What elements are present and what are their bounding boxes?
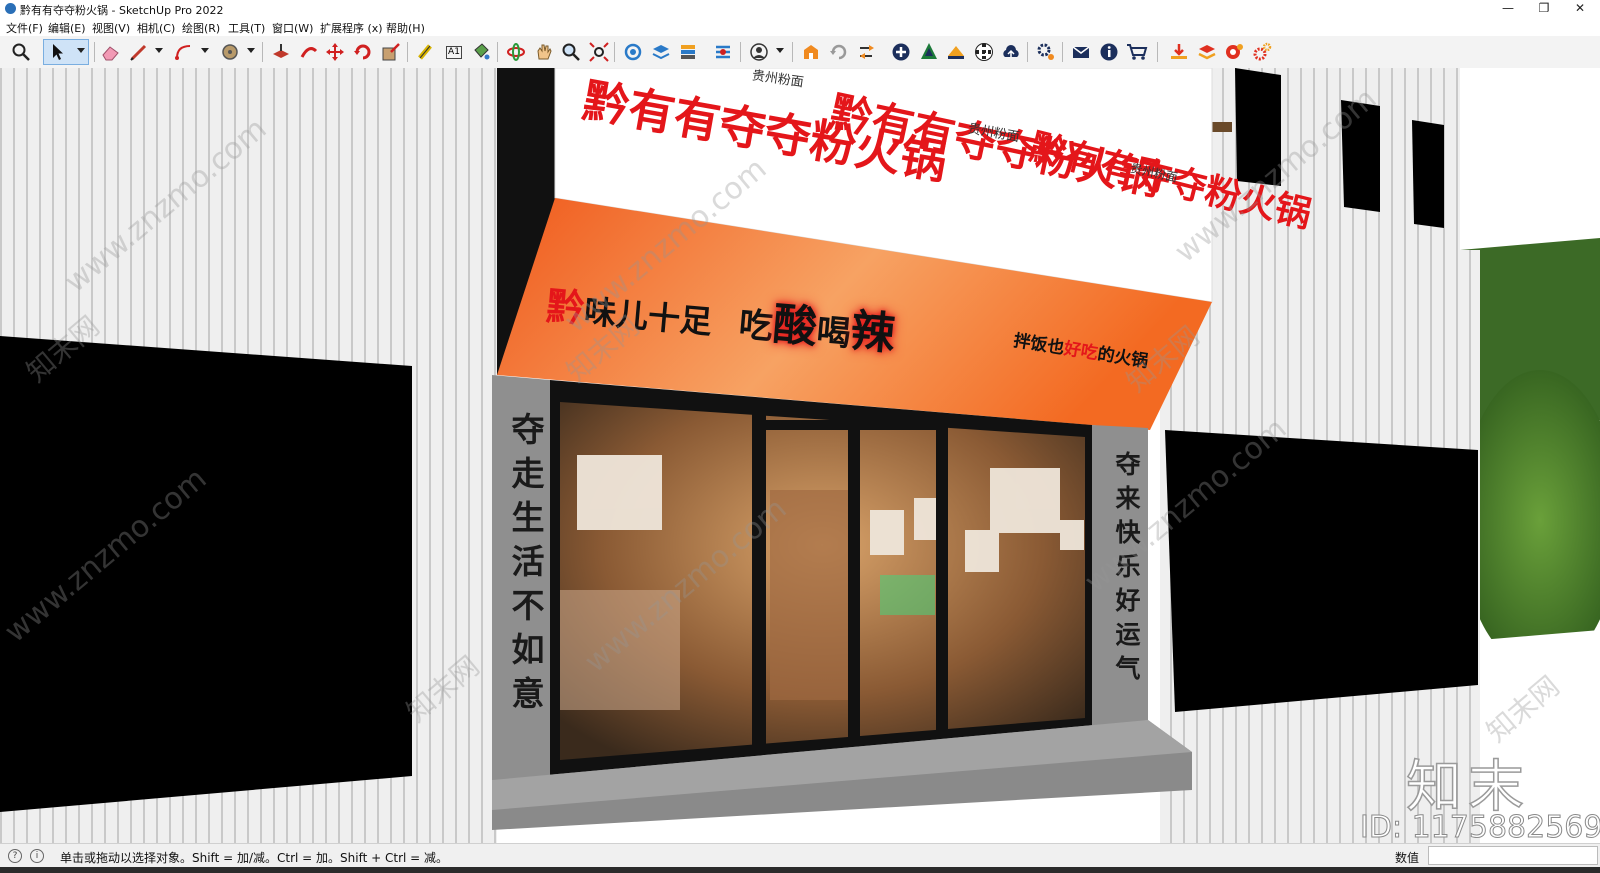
credits-icon[interactable]: i xyxy=(30,849,44,863)
info-icon[interactable] xyxy=(1098,41,1120,63)
checker-icon[interactable] xyxy=(973,41,995,63)
toolbar-separator xyxy=(262,42,263,62)
menu-file[interactable]: 文件(F) xyxy=(6,20,43,36)
menu-edit[interactable]: 编辑(E) xyxy=(48,20,86,36)
search-icon[interactable] xyxy=(10,41,32,63)
main-toolbar: A1 xyxy=(0,36,1600,69)
menu-bar: 文件(F) 编辑(E) 视图(V) 相机(C) 绘图(R) 工具(T) 窗口(W… xyxy=(0,18,1600,36)
menu-view[interactable]: 视图(V) xyxy=(92,20,130,36)
ruby-icon[interactable] xyxy=(1223,41,1245,63)
close-button[interactable]: ✕ xyxy=(1562,0,1598,18)
push-pull-icon[interactable] xyxy=(270,41,292,63)
menu-draw[interactable]: 绘图(R) xyxy=(182,20,220,36)
chevron-down-icon[interactable] xyxy=(201,48,209,53)
menu-camera[interactable]: 相机(C) xyxy=(137,20,175,36)
refresh-icon[interactable] xyxy=(828,41,850,63)
select-arrow-icon[interactable] xyxy=(47,41,69,63)
taskbar-strip xyxy=(0,867,1600,873)
add-icon[interactable] xyxy=(890,41,912,63)
tape-measure-icon[interactable] xyxy=(415,41,437,63)
import-icon[interactable] xyxy=(1168,41,1190,63)
orbit-icon[interactable] xyxy=(505,41,527,63)
window-title: 黔有有夺夺粉火锅 - SketchUp Pro 2022 xyxy=(20,4,224,17)
toolbar-separator xyxy=(1157,42,1158,62)
text-label-icon[interactable]: A1 xyxy=(443,41,465,63)
slogan-word: 辣 xyxy=(848,305,897,361)
measurements-input[interactable] xyxy=(1428,846,1598,865)
cloud-icon[interactable] xyxy=(1000,41,1022,63)
section-plane-icon[interactable] xyxy=(622,41,644,63)
eraser-icon[interactable] xyxy=(100,41,122,63)
user-account-icon[interactable] xyxy=(748,41,770,63)
minimize-button[interactable]: — xyxy=(1490,0,1526,18)
status-bar: ? i 单击或拖动以选择对象。Shift = 加/减。Ctrl = 加。Shif… xyxy=(0,843,1600,868)
scenes-icon[interactable] xyxy=(712,41,734,63)
arc-icon[interactable] xyxy=(173,41,195,63)
chevron-down-icon[interactable] xyxy=(247,48,255,53)
title-bar: 黔有有夺夺粉火锅 - SketchUp Pro 2022 — ❐ ✕ xyxy=(0,0,1600,18)
zoom-icon[interactable] xyxy=(560,41,582,63)
mail-icon[interactable] xyxy=(1070,41,1092,63)
rotate-icon[interactable] xyxy=(352,41,374,63)
toolbar-separator xyxy=(740,42,741,62)
slogan-word: 酸 xyxy=(770,298,820,354)
pan-icon[interactable] xyxy=(533,41,555,63)
slogan-word: 喝 xyxy=(814,311,853,355)
menu-help[interactable]: 帮助(H) xyxy=(386,20,425,36)
geolocation-icon[interactable]: ? xyxy=(8,849,22,863)
chevron-down-icon[interactable] xyxy=(77,48,85,53)
cart-icon[interactable] xyxy=(1126,41,1148,63)
toolbar-separator xyxy=(1062,42,1063,62)
menu-extensions[interactable]: 扩展程序 (x) xyxy=(320,20,383,36)
brand-id: ID: 1175882569 xyxy=(1359,810,1600,846)
toolbar-separator xyxy=(497,42,498,62)
solid-tools-icon[interactable] xyxy=(945,41,967,63)
upper-window-3 xyxy=(1412,120,1444,228)
measurements-label: 数值 xyxy=(1395,851,1420,865)
paint-bucket-icon[interactable] xyxy=(470,41,492,63)
extension-icon[interactable] xyxy=(1196,41,1218,63)
move-icon[interactable] xyxy=(324,41,346,63)
model-viewport[interactable]: 黔有有夺夺粉火锅 黔有有夺夺粉火锅 黔有有夺夺粉火锅 贵州粉面 贵州粉面 贵州粉… xyxy=(0,68,1600,843)
zoom-extents-icon[interactable] xyxy=(588,41,610,63)
toolbar-separator xyxy=(614,42,615,62)
sketchup-app-icon xyxy=(5,3,16,14)
status-message: 单击或拖动以选择对象。Shift = 加/减。Ctrl = 加。Shift + … xyxy=(60,851,449,865)
restore-button[interactable]: ❐ xyxy=(1526,0,1562,18)
toolbar-separator xyxy=(94,42,95,62)
toolbar-separator xyxy=(792,42,793,62)
circle-icon[interactable] xyxy=(219,41,241,63)
warehouse-icon[interactable] xyxy=(800,41,822,63)
settings-icon[interactable] xyxy=(1035,41,1057,63)
export-icon[interactable] xyxy=(856,41,878,63)
terrain-icon[interactable] xyxy=(918,41,940,63)
layers-icon[interactable] xyxy=(650,41,672,63)
follow-me-icon[interactable] xyxy=(298,41,320,63)
menu-window[interactable]: 窗口(W) xyxy=(272,20,313,36)
slogan-word: 吃 xyxy=(737,304,775,348)
chevron-down-icon[interactable] xyxy=(155,48,163,53)
scale-icon[interactable] xyxy=(380,41,402,63)
gears-icon[interactable] xyxy=(1251,41,1273,63)
text-label-glyph: A1 xyxy=(446,45,462,59)
styles-icon[interactable] xyxy=(677,41,699,63)
toolbar-separator xyxy=(1027,42,1028,62)
left-couplet: 夺走生活不如意 xyxy=(511,410,545,713)
toolbar-separator xyxy=(407,42,408,62)
chevron-down-icon[interactable] xyxy=(776,48,784,53)
pencil-icon[interactable] xyxy=(128,41,150,63)
menu-tools[interactable]: 工具(T) xyxy=(228,20,265,36)
